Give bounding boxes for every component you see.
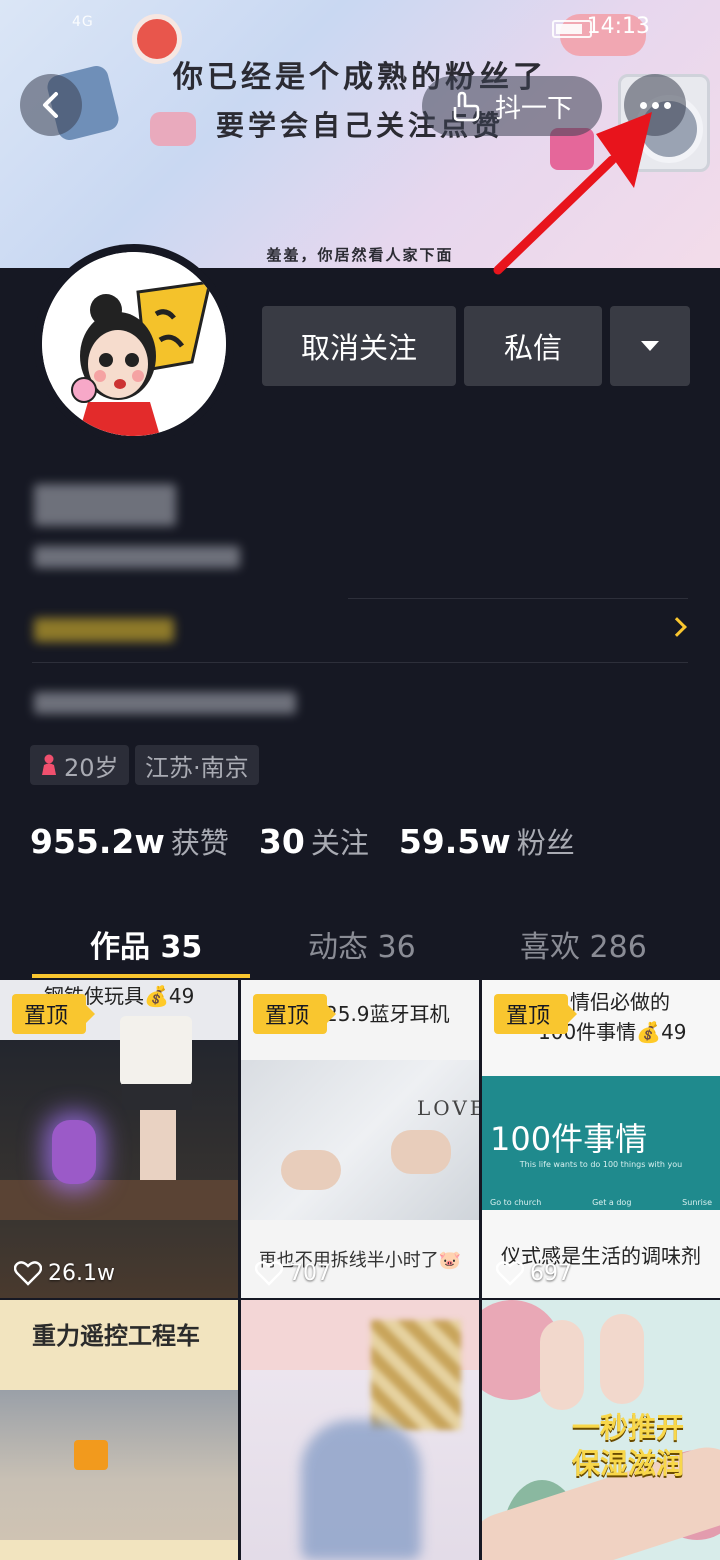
shake-label: 抖一下 [494,93,573,124]
cover-text-line1: 你已经是个成熟的粉丝了 [173,60,547,95]
more-dot-icon [639,101,647,109]
tab-liked[interactable]: 喜欢 286 [520,922,647,966]
thumbnail-footer-item: Go to church [490,1198,542,1207]
thumbnail-detail [0,1180,238,1220]
video-likes: 707 [255,1260,331,1286]
like-count: 26.1w [48,1260,115,1286]
thumbnail-footer-item: Get a dog [592,1198,632,1207]
signal-indicator: 4G [72,14,94,30]
divider [32,662,688,663]
thumbnail-detail [600,1314,644,1404]
video-card[interactable]: 重力遥控工程车 [0,1300,238,1560]
thumbnail-title: 100件事情 [490,1120,648,1158]
redacted-badge[interactable] [34,618,174,642]
thumbnail-detail [391,1130,451,1174]
divider [348,598,688,599]
cover-text-line2: 要学会自己关注点赞 [215,109,504,142]
pinned-badge: 置顶 [253,994,337,1034]
thumbnail-detail [281,1150,341,1190]
pointing-hand-icon [453,91,480,122]
likes-count: 955.2w [30,822,165,861]
tab-posts[interactable]: 动态 36 [308,922,416,966]
following-count[interactable]: 30 [259,822,305,861]
chevron-right-icon[interactable] [667,617,687,637]
profile-tabs: 作品 35 动态 36 喜欢 286 [0,910,720,978]
age-tag: 20岁 [30,745,129,785]
chevron-left-icon [43,92,58,118]
like-count: 697 [530,1260,572,1286]
video-title-line1: 一秒推开 [572,1411,685,1444]
more-dot-icon [663,101,671,109]
like-count: 707 [289,1260,331,1286]
back-button[interactable] [20,74,82,136]
thumbnail-detail [140,1110,176,1180]
video-card[interactable]: 一秒推开 保湿滋润 [482,1300,720,1560]
redacted-bio [34,692,296,714]
heart-icon [496,1261,524,1286]
status-bar: 4G 14:13 [0,0,720,52]
pinned-badge: 置顶 [12,994,96,1034]
followers-label[interactable]: 粉丝 [517,820,575,862]
female-person-icon [42,754,56,775]
redacted-overlay [371,1320,461,1430]
more-options-button[interactable] [624,74,686,136]
shake-button[interactable]: 抖一下 [422,76,602,136]
thumbnail-detail [540,1320,584,1410]
thumbnail-detail [120,1016,192,1086]
video-title: 重力遥控工程车 [32,1322,200,1350]
following-label[interactable]: 关注 [311,820,369,862]
location-tag: 江苏·南京 [135,745,259,785]
video-title-line2: 保湿滋润 [572,1447,685,1480]
thumbnail-detail [52,1120,96,1184]
cartoon-girl-icon [42,252,226,436]
followers-count[interactable]: 59.5w [399,822,511,861]
location-label: 江苏·南京 [145,753,249,782]
thumbnail-detail [74,1440,108,1470]
message-button[interactable]: 私信 [464,306,602,386]
more-dot-icon [651,101,659,109]
video-likes: 26.1w [14,1260,115,1286]
avatar[interactable] [34,244,234,444]
video-title-line1: 情侣必做的 [570,990,670,1014]
video-title: 一秒推开 保湿滋润 [572,1410,684,1482]
video-card[interactable]: 钢铁侠玩具💰49 置顶 26.1w [0,980,238,1298]
video-card[interactable]: 情侣必做的 100件事情💰49 100件事情 This life wants t… [482,980,720,1298]
active-tab-indicator [32,974,250,978]
avatar-image [42,252,226,436]
video-title: 25.9蓝牙耳机 [325,1002,450,1026]
redacted-douyin-id [34,546,240,568]
redacted-nickname [34,484,176,526]
profile-stats: 955.2w 获赞 30 关注 59.5w 粉丝 [30,820,605,864]
recommend-dropdown-button[interactable] [610,306,690,386]
video-card[interactable] [241,1300,479,1560]
tab-works[interactable]: 作品 35 [90,922,202,966]
unfollow-button[interactable]: 取消关注 [262,306,456,386]
heart-icon [255,1261,283,1286]
video-likes: 697 [496,1260,572,1286]
thumbnail-footer: Go to church Get a dog Sunrise [490,1198,712,1207]
video-thumbnail [0,1390,238,1540]
likes-label: 获赞 [170,826,229,860]
age-label: 20岁 [64,753,119,782]
redacted-person [301,1420,421,1560]
thumbnail-subtitle: This life wants to do 100 things with yo… [519,1160,683,1169]
video-card[interactable]: LOVE 25.9蓝牙耳机 再也不用拆线半小时了🐷 置顶 707 [241,980,479,1298]
thumbnail-detail [122,1084,192,1110]
clock: 14:13 [586,14,650,39]
thumbnail-footer-item: Sunrise [682,1198,712,1207]
pinned-badge: 置顶 [494,994,578,1034]
profile-cover: 你已经是个成熟的粉丝了 要学会自己关注点赞 羞羞，你居然看人家下面 4G 14:… [0,0,720,268]
caret-down-icon [641,341,659,351]
heart-icon [14,1261,42,1286]
thumbnail-detail: LOVE [417,1096,479,1120]
